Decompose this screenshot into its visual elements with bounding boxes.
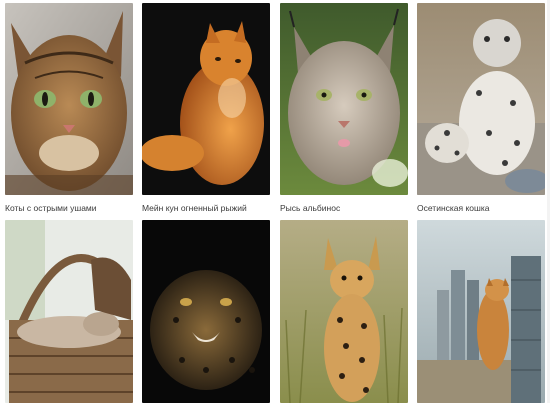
gallery-caption[interactable]: Коты с острыми ушами (5, 203, 133, 214)
snow-leopard-photo[interactable] (417, 3, 545, 195)
gallery-card-serval[interactable] (280, 220, 408, 411)
serval-photo[interactable] (280, 220, 408, 403)
gallery-caption[interactable]: Рысь альбинос (280, 203, 408, 214)
leopard-photo[interactable] (142, 220, 270, 403)
gallery-card-leopard[interactable] (142, 220, 270, 411)
lynx-photo[interactable] (280, 3, 408, 195)
image-gallery: Коты с острыми ушами Мейн кун огненный р… (0, 0, 550, 403)
cat-in-basket-photo[interactable] (5, 220, 133, 403)
giant-cat-city-photo[interactable] (417, 220, 545, 403)
gallery-card-cat-basket[interactable] (5, 220, 133, 411)
gallery-card-lynx[interactable]: Рысь альбинос (280, 3, 408, 214)
bengal-cat-photo[interactable] (5, 3, 133, 195)
gallery-card-giant-cat-city[interactable] (417, 220, 545, 411)
gallery-card-bengal-cat[interactable]: Коты с острыми ушами (5, 3, 133, 214)
maine-coon-photo[interactable] (142, 3, 270, 195)
gallery-caption[interactable]: Осетинская кошка (417, 203, 545, 214)
gallery-card-maine-coon[interactable]: Мейн кун огненный рыжий (142, 3, 270, 214)
gallery-card-snow-leopard[interactable]: Осетинская кошка (417, 3, 545, 214)
gallery-caption[interactable]: Мейн кун огненный рыжий (142, 203, 270, 214)
